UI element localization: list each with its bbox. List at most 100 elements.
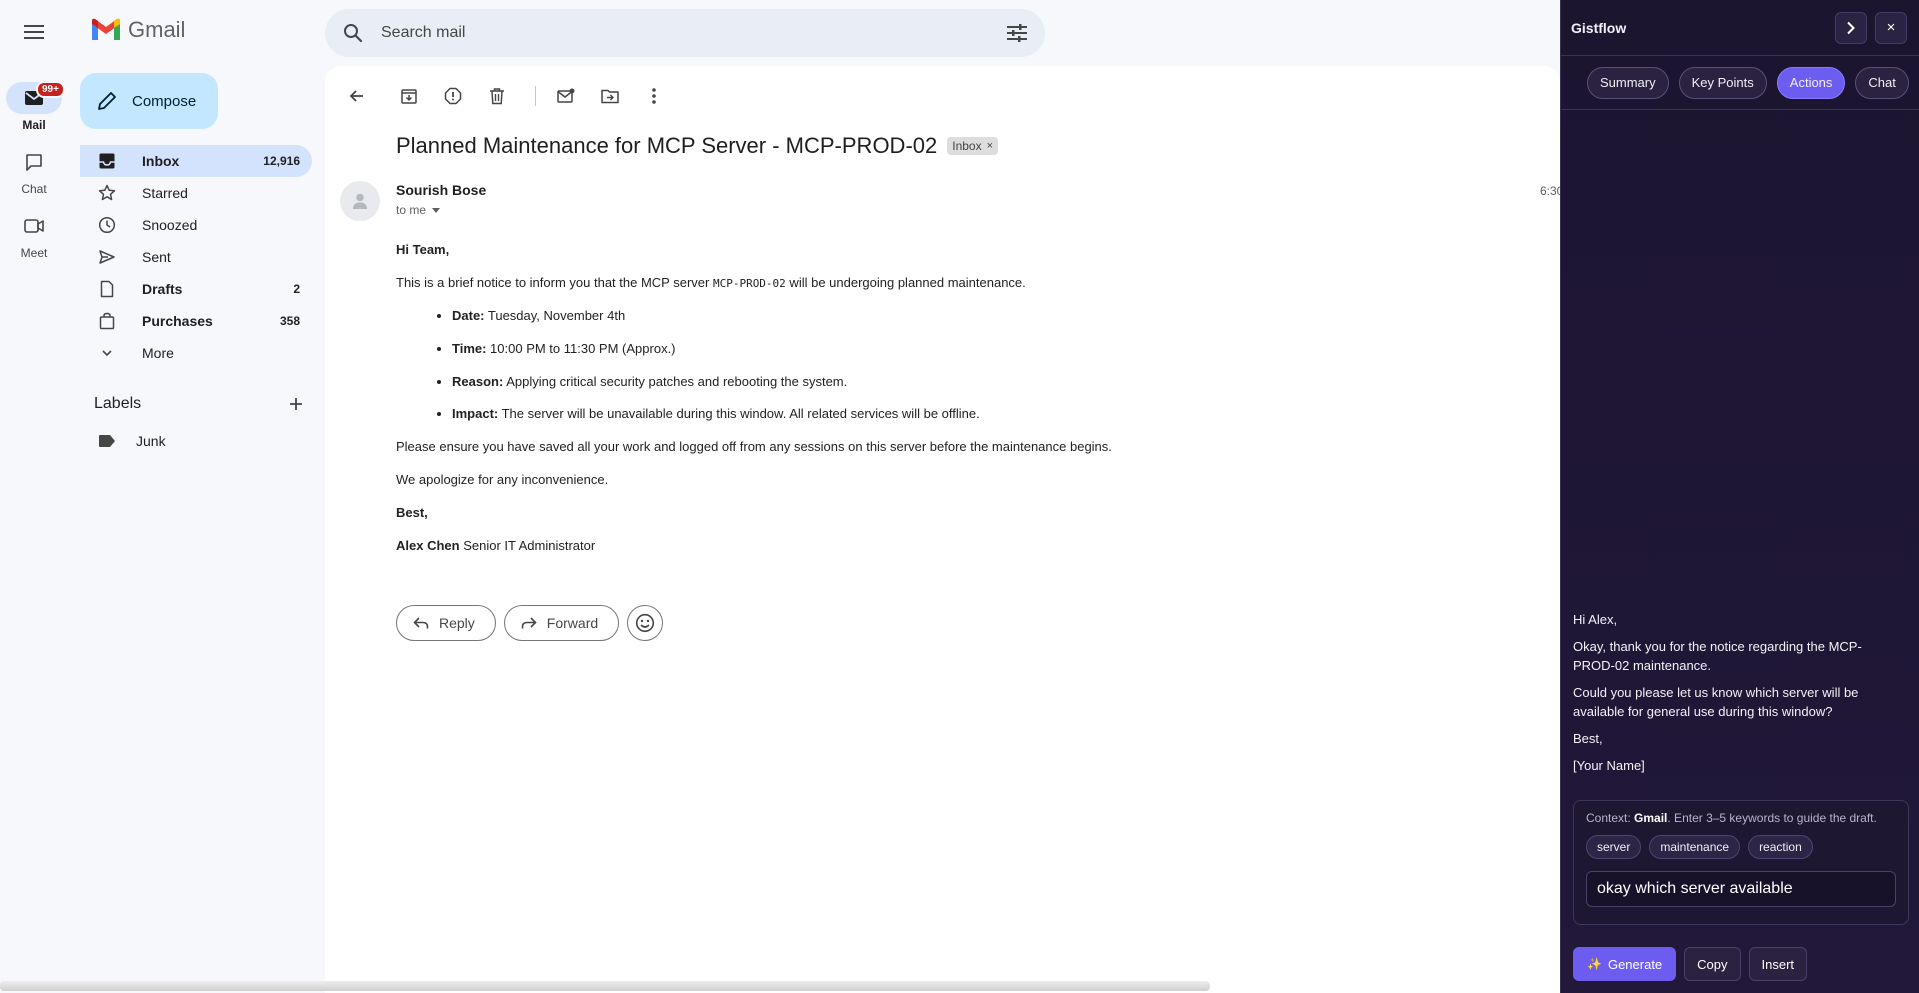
tab-actions[interactable]: Actions (1776, 66, 1846, 99)
drafts-count: 2 (293, 282, 300, 296)
search-options-button[interactable] (989, 24, 1045, 42)
search-bar[interactable] (325, 9, 1045, 57)
list-item: Time: 10:00 PM to 11:30 PM (Approx.) (452, 341, 1296, 358)
sender-avatar[interactable] (340, 181, 380, 221)
label-tag-icon (99, 435, 115, 447)
search-input[interactable] (381, 24, 989, 42)
recipient-details[interactable]: to me (396, 203, 441, 217)
archive-button[interactable] (389, 76, 429, 116)
archive-icon (401, 89, 417, 104)
reply-button[interactable]: Reply (396, 605, 496, 641)
close-icon: × (1886, 19, 1896, 36)
rail-item-chat[interactable]: Chat (0, 146, 68, 196)
emoji-reaction-button[interactable] (627, 605, 664, 641)
forward-icon (521, 617, 537, 629)
sidebar-item-drafts[interactable]: Drafts 2 (80, 273, 312, 305)
tab-chat[interactable]: Chat (1855, 66, 1909, 99)
email-body: Hi Team, This is a brief notice to infor… (396, 242, 1296, 571)
context-hint: Context: Gmail. Enter 3–5 keywords to gu… (1586, 811, 1877, 825)
move-to-button[interactable] (590, 76, 630, 116)
panel-footer: ✨ Generate Copy Insert (1573, 947, 1808, 981)
sidebar-nav: Inbox 12,916 Starred Snoozed Sent Drafts… (80, 145, 312, 369)
more-options-button[interactable] (634, 76, 674, 116)
reply-actions: Reply Forward (396, 605, 664, 641)
rail-item-mail[interactable]: 99+ Mail (0, 81, 68, 132)
pencil-icon (98, 92, 116, 110)
chevron-right-icon (1847, 21, 1855, 34)
forward-button[interactable]: Forward (503, 605, 620, 641)
send-icon (99, 250, 115, 264)
tab-summary[interactable]: Summary (1587, 66, 1669, 99)
draft-line: Hi Alex, (1573, 612, 1618, 627)
collapse-panel-button[interactable] (1835, 11, 1867, 44)
rail-item-meet[interactable]: Meet (0, 210, 68, 260)
inbox-count: 12,916 (263, 154, 300, 168)
sidebar-item-label: Inbox (142, 153, 180, 169)
star-icon (98, 184, 116, 201)
label-name: Junk (136, 433, 166, 449)
draft-line: Best, (1573, 731, 1603, 746)
greeting: Hi Team, (396, 242, 450, 257)
compose-button[interactable]: Compose (80, 73, 218, 129)
insert-button[interactable]: Insert (1748, 947, 1808, 981)
tune-icon (1007, 24, 1027, 42)
keyword-chip[interactable]: maintenance (1649, 835, 1741, 859)
gistflow-panel: Gistflow × Summary Key Points Actions Ch… (1560, 0, 1919, 993)
sidebar-item-sent[interactable]: Sent (80, 241, 312, 273)
remove-label-button[interactable]: × (987, 140, 993, 152)
sidebar-item-label: More (142, 345, 174, 361)
email-view: Planned Maintenance for MCP Server - MCP… (325, 66, 1560, 993)
keyword-chips: server maintenance reaction (1586, 835, 1896, 859)
create-label-button[interactable] (288, 396, 304, 412)
inbox-icon (99, 153, 115, 169)
label-item-junk[interactable]: Junk (98, 433, 166, 449)
sidebar-item-purchases[interactable]: Purchases 358 (80, 305, 312, 337)
intro-paragraph: This is a brief notice to inform you tha… (396, 274, 1026, 290)
close-panel-button[interactable]: × (1875, 11, 1907, 44)
keyword-chip[interactable]: server (1586, 835, 1642, 859)
main-menu-button[interactable] (14, 12, 54, 52)
generate-button[interactable]: ✨ Generate (1573, 947, 1677, 981)
sidebar-item-starred[interactable]: Starred (80, 177, 312, 209)
labels-header: Labels (94, 395, 304, 413)
sidebar-item-inbox[interactable]: Inbox 12,916 (80, 145, 312, 177)
email-subject: Planned Maintenance for MCP Server - MCP… (396, 133, 938, 158)
gmail-m-icon (92, 18, 120, 40)
chip-label: Inbox (952, 139, 982, 153)
plus-icon (290, 398, 302, 410)
report-spam-button[interactable] (433, 76, 473, 116)
rail-label-mail: Mail (22, 118, 46, 132)
list-item: Reason: Applying critical security patch… (452, 374, 1296, 391)
sidebar-item-snoozed[interactable]: Snoozed (80, 209, 312, 241)
horizontal-scrollbar[interactable] (0, 981, 1210, 991)
signoff: Best, (396, 505, 428, 521)
labels-title: Labels (94, 395, 142, 412)
keyword-input[interactable] (1586, 871, 1896, 907)
back-button[interactable] (337, 76, 377, 116)
email-toolbar (337, 76, 678, 116)
draft-reply: Hi Alex, Okay, thank you for the notice … (1573, 610, 1903, 783)
email-time: 6:30 (1540, 184, 1560, 198)
keyword-chip[interactable]: reaction (1748, 835, 1813, 859)
shopping-bag-icon (99, 312, 115, 330)
toolbar-divider (535, 86, 536, 106)
sender-name[interactable]: Sourish Bose (396, 182, 486, 198)
tab-key-points[interactable]: Key Points (1678, 66, 1767, 99)
delete-button[interactable] (477, 76, 517, 116)
chat-icon (26, 154, 42, 171)
sidebar-item-more[interactable]: More (80, 337, 312, 369)
report-icon (444, 87, 462, 105)
mark-unread-button[interactable] (546, 76, 586, 116)
generate-label: Generate (1607, 956, 1663, 972)
sidebar-item-label: Starred (142, 185, 188, 201)
panel-tabs: Summary Key Points Actions Chat (1561, 56, 1919, 110)
list-item: Date: Tuesday, November 4th (452, 308, 1296, 325)
unread-badge: 99+ (36, 81, 65, 98)
copy-button[interactable]: Copy (1684, 947, 1741, 981)
gmail-logo[interactable]: Gmail (90, 17, 185, 43)
search-button[interactable] (325, 23, 381, 43)
sidebar-item-label: Sent (142, 249, 171, 265)
arrow-left-icon (349, 90, 363, 102)
app-rail: 99+ Mail Chat Meet (0, 0, 68, 993)
rail-label-chat: Chat (21, 182, 47, 196)
